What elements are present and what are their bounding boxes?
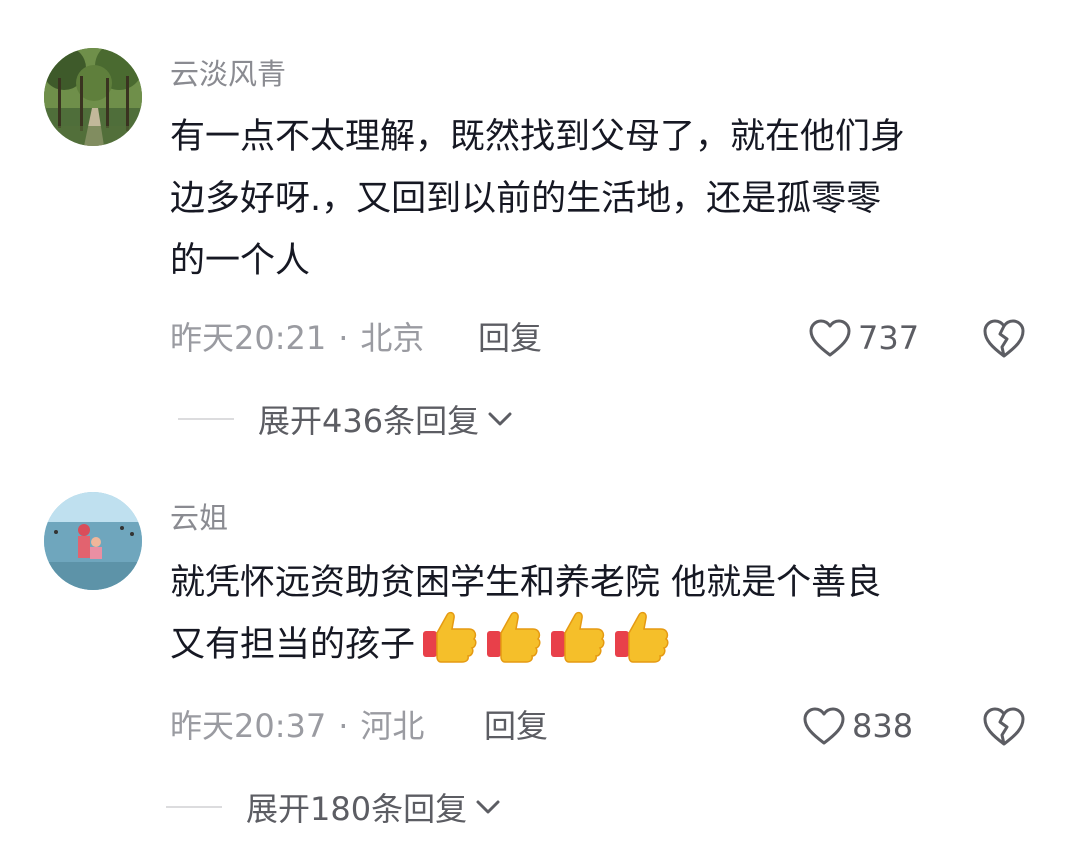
expand-replies-button[interactable]: 展开436条回复 [178,396,513,442]
heart-outline-icon [809,319,851,357]
thumbs-up-emoji [549,607,607,683]
emoji-group [421,607,677,683]
divider [178,418,234,420]
like-button[interactable]: 838 [802,704,913,748]
reply-button[interactable]: 回复 [484,706,548,746]
comment-line: 的一个人 [170,241,311,281]
divider [166,806,222,808]
comment-line: 又有担当的孩子 [170,611,1040,676]
expand-replies-label: 展开180条回复 [246,790,468,828]
like-count: 838 [852,707,914,745]
chevron-down-icon [476,800,500,814]
separator: · [338,707,349,745]
broken-heart-icon[interactable] [982,704,1026,748]
comment-line: 就凭怀远资助贫困学生和养老院 他就是个善良 [170,563,882,603]
comment-line-text: 又有担当的孩子 [170,625,416,665]
thumbs-up-emoji [613,607,671,683]
comment-meta: 昨天20:37 · 河北 [170,706,424,746]
location: 北京 [360,319,425,357]
separator: · [338,319,349,357]
comment-line: 有一点不太理解，既然找到父母了，就在他们身 [170,117,906,157]
comment-text: 就凭怀远资助贫困学生和养老院 他就是个善良 又有担当的孩子 [170,552,1040,676]
location: 河北 [360,707,425,745]
broken-heart-icon[interactable] [982,316,1026,360]
comment-line: 边多好呀.，又回到以前的生活地，还是孤零零 [170,179,882,219]
timestamp: 昨天20:21 [170,319,327,357]
thumbs-up-emoji [421,607,479,683]
heart-outline-icon [803,707,845,745]
username[interactable]: 云姐 [170,500,228,536]
like-count: 737 [858,319,920,357]
thumbs-up-emoji [485,607,543,683]
expand-replies-button[interactable]: 展开180条回复 [166,784,501,830]
timestamp: 昨天20:37 [170,707,327,745]
chevron-down-icon [488,412,512,426]
comment-meta: 昨天20:21 · 北京 [170,318,424,358]
like-button[interactable]: 737 [808,316,919,360]
avatar[interactable] [44,48,142,146]
comment-text: 有一点不太理解，既然找到父母了，就在他们身 边多好呀.，又回到以前的生活地，还是… [170,106,1040,292]
expand-replies-label: 展开436条回复 [258,402,480,440]
reply-button[interactable]: 回复 [478,318,542,358]
username[interactable]: 云淡风青 [170,56,286,92]
avatar[interactable] [44,492,142,590]
